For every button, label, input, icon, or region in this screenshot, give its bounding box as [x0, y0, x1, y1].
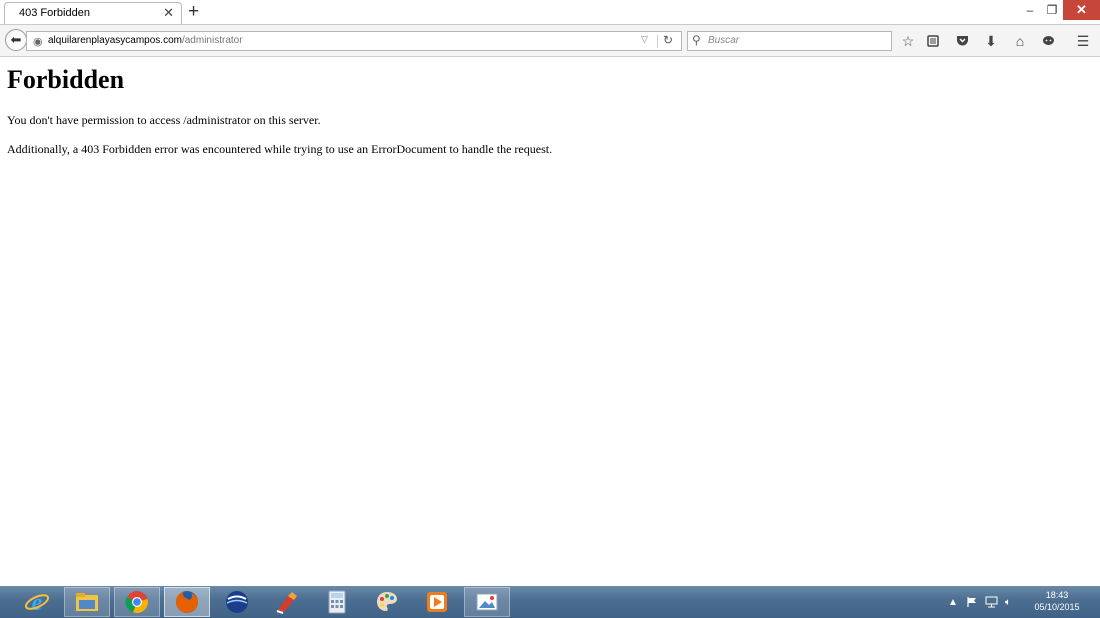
close-tab-icon[interactable]: ✕ — [163, 6, 174, 20]
close-window-button[interactable]: ✕ — [1063, 0, 1100, 20]
image-viewer-icon — [476, 593, 498, 611]
internet-explorer-icon: e — [24, 590, 50, 615]
calculator-icon — [328, 590, 346, 614]
volume-icon[interactable]: 🔈︎ — [1005, 586, 1011, 618]
browser-tab[interactable]: 403 Forbidden ✕ — [4, 2, 182, 24]
url-path: /administrator — [181, 35, 243, 46]
taskbar: e ▲ 🔈︎ 18:43 05/10/2015 — [0, 586, 1100, 618]
menu-icon[interactable]: ☰ — [1073, 31, 1093, 51]
download-icon[interactable]: ⬇ — [981, 31, 1001, 51]
back-button[interactable]: ⬅ — [5, 29, 27, 51]
taskbar-internet-explorer[interactable]: e — [14, 587, 60, 617]
navigation-toolbar: ⬅ ◉ alquilarenplayasycampos.com/administ… — [0, 25, 1100, 57]
ccleaner-icon — [276, 592, 297, 614]
clock-date: 05/10/2015 — [1034, 602, 1080, 612]
chrome-icon — [125, 591, 148, 614]
history-dropdown-icon[interactable]: ▽ — [641, 34, 648, 45]
taskbar-chrome[interactable] — [114, 587, 160, 617]
taskbar-google-earth[interactable] — [214, 587, 260, 617]
folder-icon — [76, 593, 98, 611]
taskbar-calculator[interactable] — [314, 587, 360, 617]
firefox-icon — [176, 591, 198, 613]
show-hidden-icons[interactable]: ▲ — [948, 586, 958, 618]
tab-title: 403 Forbidden — [19, 7, 90, 19]
url-bar[interactable]: ◉ alquilarenplayasycampos.com/administra… — [26, 31, 682, 51]
error-message: You don't have permission to access /adm… — [7, 113, 321, 127]
restore-button[interactable]: ❐ — [1041, 0, 1063, 20]
taskbar-file-explorer[interactable] — [64, 587, 110, 617]
tab-strip: 403 Forbidden ✕ + – ❐ ✕ — [0, 0, 1100, 25]
page-heading: Forbidden — [7, 65, 125, 94]
bookmark-star-icon[interactable]: ☆ — [898, 31, 918, 51]
paint-palette-icon — [377, 592, 397, 611]
search-placeholder: Buscar — [708, 35, 740, 46]
search-icon: ⚲ — [692, 33, 701, 47]
reading-list-icon[interactable] — [923, 31, 943, 51]
network-icon[interactable] — [985, 586, 998, 618]
page-content: Forbidden You don't have permission to a… — [7, 57, 1087, 156]
globe-icon: ◉ — [33, 36, 43, 48]
search-input[interactable]: ⚲ Buscar — [687, 31, 892, 51]
url-text: alquilarenplayasycampos.com/administrato… — [48, 35, 243, 46]
action-center-flag-icon[interactable] — [966, 586, 978, 618]
svg-text:e: e — [32, 590, 43, 615]
url-separator — [657, 35, 658, 48]
new-tab-button[interactable]: + — [188, 1, 199, 23]
taskbar-image-viewer[interactable] — [464, 587, 510, 617]
media-player-icon — [427, 592, 447, 612]
taskbar-firefox[interactable] — [164, 587, 210, 617]
clock-time: 18:43 — [1045, 590, 1069, 600]
home-icon[interactable]: ⌂ — [1010, 31, 1030, 51]
pocket-icon[interactable] — [952, 31, 972, 51]
additional-error-message: Additionally, a 403 Forbidden error was … — [7, 142, 553, 156]
reload-icon[interactable]: ↻ — [663, 33, 673, 47]
system-clock[interactable]: 18:43 05/10/2015 — [1028, 589, 1086, 613]
taskbar-media-player[interactable] — [414, 587, 460, 617]
back-arrow-icon: ⬅ — [10, 32, 22, 47]
taskbar-ccleaner[interactable] — [264, 587, 310, 617]
google-earth-icon — [226, 591, 248, 613]
minimize-button[interactable]: – — [1019, 0, 1041, 20]
url-domain: alquilarenplayasycampos.com — [48, 35, 182, 46]
taskbar-paint[interactable] — [364, 587, 410, 617]
chat-icon[interactable] — [1038, 31, 1058, 51]
